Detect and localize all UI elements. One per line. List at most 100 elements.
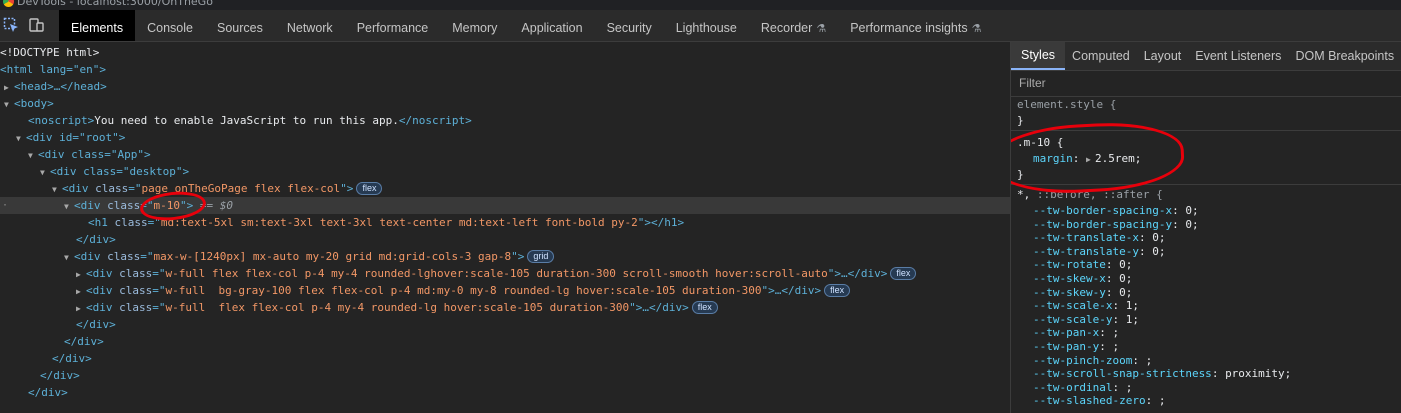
flex-badge[interactable]: flex <box>824 284 851 297</box>
expand-arrow-icon[interactable]: ▶ <box>76 283 86 300</box>
property-value[interactable]: ; <box>1146 354 1153 367</box>
dom-row-grid[interactable]: ▼ <div class="max-w-[1240px] mx-auto my-2… <box>0 248 1010 265</box>
dom-row-html[interactable]: <html lang="en"> <box>0 61 1010 78</box>
dom-row-app[interactable]: ▼ <div class="App"> <box>0 146 1010 163</box>
collapse-arrow-icon[interactable]: ▼ <box>64 198 74 215</box>
property-value[interactable]: proximity; <box>1225 367 1291 380</box>
css-declaration[interactable]: --tw-pinch-zoom: ; <box>1011 354 1401 368</box>
property-value[interactable]: 0; <box>1119 272 1132 285</box>
css-declaration[interactable]: --tw-border-spacing-x: 0; <box>1011 204 1401 218</box>
collapse-arrow-icon[interactable]: ▼ <box>52 181 62 198</box>
dom-row-card1[interactable]: ▶ <div class="w-full flex flex-col p-4 my… <box>0 265 1010 282</box>
css-declaration[interactable]: --tw-slashed-zero: ; <box>1011 394 1401 408</box>
tab-lighthouse[interactable]: Lighthouse <box>664 10 749 41</box>
flex-badge[interactable]: flex <box>356 182 383 195</box>
dom-row-close-div[interactable]: </div> <box>0 333 1010 350</box>
dom-row-body[interactable]: ▼ <body> <box>0 95 1010 112</box>
css-declaration[interactable]: --tw-skew-x: 0; <box>1011 272 1401 286</box>
css-declaration[interactable]: --tw-pan-x: ; <box>1011 326 1401 340</box>
styles-tabs: Styles Computed Layout Event Listeners DOM B… <box>1011 42 1401 71</box>
tab-application[interactable]: Application <box>509 10 594 41</box>
dom-row-close-div[interactable]: </div> <box>0 367 1010 384</box>
property-value[interactable]: 0; <box>1119 258 1132 271</box>
property-value[interactable]: 1; <box>1126 299 1139 312</box>
dom-row-card2[interactable]: ▶ <div class="w-full bg-gray-100 flex fle… <box>0 282 1010 299</box>
more-dots-icon[interactable]: · <box>2 197 8 214</box>
flex-badge[interactable]: flex <box>691 301 718 314</box>
noscript-open-tag: <noscript> <box>28 114 95 127</box>
tab-memory[interactable]: Memory <box>440 10 509 41</box>
expand-arrow-icon[interactable]: ▶ <box>76 300 86 317</box>
tab-performance-insights[interactable]: Performance insights ⚗ <box>838 10 993 41</box>
inspect-element-icon[interactable] <box>3 17 20 34</box>
m10-rule-close: } <box>1011 168 1401 182</box>
styles-tab-event-listeners[interactable]: Event Listeners <box>1188 42 1288 70</box>
tab-network[interactable]: Network <box>275 10 345 41</box>
m10-rule-selector[interactable]: .m-10 { <box>1011 136 1401 150</box>
css-declaration[interactable]: --tw-rotate: 0; <box>1011 258 1401 272</box>
dom-row-h1[interactable]: <h1 class="md:text-5xl sm:text-3xl text-… <box>0 214 1010 231</box>
margin-property-value[interactable]: 2.5rem; <box>1095 152 1141 165</box>
collapse-arrow-icon[interactable]: ▼ <box>28 147 38 164</box>
styles-filter-input[interactable]: Filter <box>1011 71 1401 97</box>
css-declaration[interactable]: --tw-translate-y: 0; <box>1011 245 1401 259</box>
elements-dom-tree[interactable]: <!DOCTYPE html> <html lang="en"> ▶ <head>… <box>0 42 1010 413</box>
dom-row-close-div[interactable]: </div> <box>0 384 1010 401</box>
property-value[interactable]: 0; <box>1152 231 1165 244</box>
dom-row-desktop[interactable]: ▼ <div class="desktop"> <box>0 163 1010 180</box>
property-value[interactable]: ; <box>1126 381 1133 394</box>
property-value[interactable]: 0; <box>1119 286 1132 299</box>
dom-row-close-div[interactable]: </div> <box>0 350 1010 367</box>
css-declaration[interactable]: --tw-ordinal: ; <box>1011 381 1401 395</box>
styles-tab-styles[interactable]: Styles <box>1011 42 1066 70</box>
css-declaration[interactable]: --tw-border-spacing-y: 0; <box>1011 218 1401 232</box>
css-declaration[interactable]: --tw-translate-x: 0; <box>1011 231 1401 245</box>
styles-tab-computed[interactable]: Computed <box>1065 42 1137 70</box>
property-value[interactable]: 0; <box>1185 204 1198 217</box>
dom-row-page[interactable]: ▼ <div class="page onTheGoPage flex flex-… <box>0 180 1010 197</box>
property-value[interactable]: 0; <box>1152 245 1165 258</box>
dom-row-close-div[interactable]: </div> <box>0 231 1010 248</box>
tab-performance[interactable]: Performance <box>345 10 441 41</box>
property-value[interactable]: 1; <box>1126 313 1139 326</box>
tab-sources[interactable]: Sources <box>205 10 275 41</box>
styles-tab-dom-breakpoints[interactable]: DOM Breakpoints <box>1288 42 1401 70</box>
grid-badge[interactable]: grid <box>527 250 555 263</box>
css-declaration[interactable]: --tw-scroll-snap-strictness: proximity; <box>1011 367 1401 381</box>
collapse-arrow-icon[interactable]: ▼ <box>40 164 50 181</box>
css-declaration[interactable]: --tw-pan-y: ; <box>1011 340 1401 354</box>
tab-label: Console <box>147 21 193 35</box>
tab-security[interactable]: Security <box>595 10 664 41</box>
dom-row-head[interactable]: ▶ <head>…</head> <box>0 78 1010 95</box>
element-style-rule[interactable]: element.style { <box>1011 98 1401 112</box>
property-value[interactable]: ; <box>1159 394 1166 407</box>
dom-row-root[interactable]: ▼ <div id="root"> <box>0 129 1010 146</box>
expand-arrow-icon[interactable]: ▶ <box>76 266 86 283</box>
tab-elements[interactable]: Elements <box>59 10 136 41</box>
css-declaration[interactable]: --tw-scale-x: 1; <box>1011 299 1401 313</box>
dom-row-doctype[interactable]: <!DOCTYPE html> <box>0 44 1010 61</box>
universal-rule-selector[interactable]: *, ::before, ::after { <box>1011 188 1401 202</box>
desktop-div-tag: <div class="desktop"> <box>50 165 190 178</box>
css-declaration[interactable]: --tw-scale-y: 1; <box>1011 313 1401 327</box>
tab-console[interactable]: Console <box>135 10 205 41</box>
flex-badge[interactable]: flex <box>890 267 917 280</box>
dom-row-card3[interactable]: ▶ <div class="w-full flex flex-col p-4 my… <box>0 299 1010 316</box>
tab-recorder[interactable]: Recorder ⚗ <box>749 10 838 41</box>
collapse-arrow-icon[interactable]: ▼ <box>64 249 74 266</box>
styles-tab-layout[interactable]: Layout <box>1137 42 1189 70</box>
dom-row-close-div[interactable]: </div> <box>0 316 1010 333</box>
property-value[interactable]: ; <box>1112 340 1119 353</box>
expand-arrow-icon[interactable]: ▶ <box>4 79 14 96</box>
css-declaration[interactable]: --tw-skew-y: 0; <box>1011 286 1401 300</box>
property-value[interactable]: ; <box>1112 326 1119 339</box>
tab-label: Elements <box>71 21 124 35</box>
margin-declaration[interactable]: margin: ▶ 2.5rem; <box>1011 152 1401 166</box>
dom-row-noscript[interactable]: <noscript>You need to enable JavaScript … <box>0 112 1010 129</box>
collapse-arrow-icon[interactable]: ▼ <box>4 96 14 113</box>
device-toolbar-icon[interactable] <box>28 17 45 34</box>
dom-row-m10-selected[interactable]: · ▼ <div class="m-10"> == $0 <box>0 197 1010 214</box>
property-value[interactable]: 0; <box>1185 218 1198 231</box>
expand-shorthand-icon[interactable]: ▶ <box>1086 153 1095 167</box>
collapse-arrow-icon[interactable]: ▼ <box>16 130 26 147</box>
